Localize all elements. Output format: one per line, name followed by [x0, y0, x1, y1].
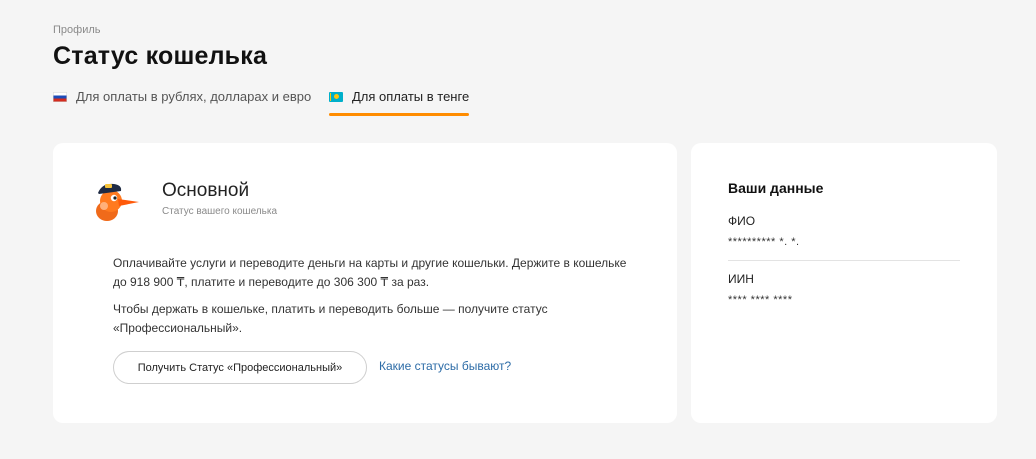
page-title: Статус кошелька [53, 42, 268, 70]
status-description: Оплачивайте услуги и переводите деньги н… [113, 256, 627, 289]
divider [728, 260, 960, 261]
wallet-status-card: Основной Статус вашего кошелька Оплачива… [53, 143, 677, 423]
tab-label: Для оплаты в тенге [352, 89, 470, 104]
tab-label: Для оплаты в рублях, долларах и евро [76, 89, 312, 104]
iin-value: **** **** **** [728, 294, 793, 306]
page: Профиль Статус кошелька Для оплаты в руб… [0, 0, 1036, 459]
fio-label: ФИО [728, 214, 756, 228]
get-professional-status-button[interactable]: Получить Статус «Профессиональный» [113, 351, 367, 384]
upgrade-description: Чтобы держать в кошельке, платить и пере… [113, 302, 548, 335]
what-statuses-link[interactable]: Какие статусы бывают? [379, 359, 511, 373]
kazakhstan-flag-icon [329, 92, 343, 102]
breadcrumb-profile[interactable]: Профиль [53, 24, 101, 36]
fox-mascot-icon [96, 183, 139, 221]
user-data-title: Ваши данные [728, 180, 824, 196]
iin-label: ИИН [728, 272, 754, 286]
tab-rub-usd-eur[interactable]: Для оплаты в рублях, долларах и евро [53, 86, 311, 116]
status-subtitle: Статус вашего кошелька [162, 206, 278, 217]
status-name: Основной [162, 180, 250, 201]
user-data-card: Ваши данные ФИО ********** *. *. ИИН ***… [691, 143, 997, 423]
tab-kzt[interactable]: Для оплаты в тенге [329, 86, 470, 116]
fio-value: ********** *. *. [728, 236, 800, 248]
russia-flag-icon [53, 92, 67, 102]
